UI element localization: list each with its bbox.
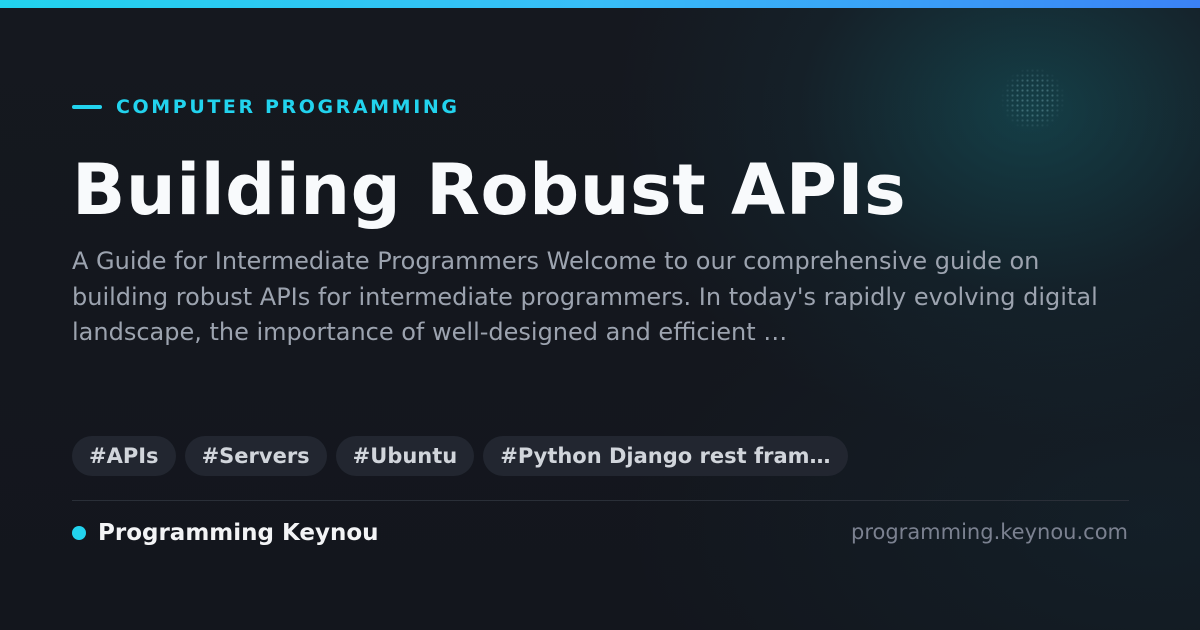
tag-python-django: #Python Django rest fram… xyxy=(483,436,848,476)
tag-servers: #Servers xyxy=(184,436,327,476)
tag-ubuntu: #Ubuntu xyxy=(335,436,475,476)
site-brand: Programming Keynou xyxy=(72,519,379,547)
footer-divider xyxy=(72,500,1129,501)
article-description: A Guide for Intermediate Programmers Wel… xyxy=(72,247,1098,346)
tag-list: #APIs #Servers #Ubuntu #Python Django re… xyxy=(72,436,848,476)
site-domain: programming.keynou.com xyxy=(851,520,1128,544)
accent-top-bar xyxy=(0,0,1200,8)
site-name: Programming Keynou xyxy=(98,520,379,546)
social-preview-card: COMPUTER PROGRAMMING Building Robust API… xyxy=(0,0,1200,630)
tag-apis: #APIs xyxy=(72,436,176,476)
category-dash-icon xyxy=(72,105,102,109)
category-label: COMPUTER PROGRAMMING xyxy=(116,96,460,118)
brand-dot-icon xyxy=(72,526,86,540)
dot-pattern-decoration xyxy=(1000,68,1066,130)
article-title: Building Robust APIs xyxy=(72,149,907,231)
category-kicker: COMPUTER PROGRAMMING xyxy=(72,95,460,119)
